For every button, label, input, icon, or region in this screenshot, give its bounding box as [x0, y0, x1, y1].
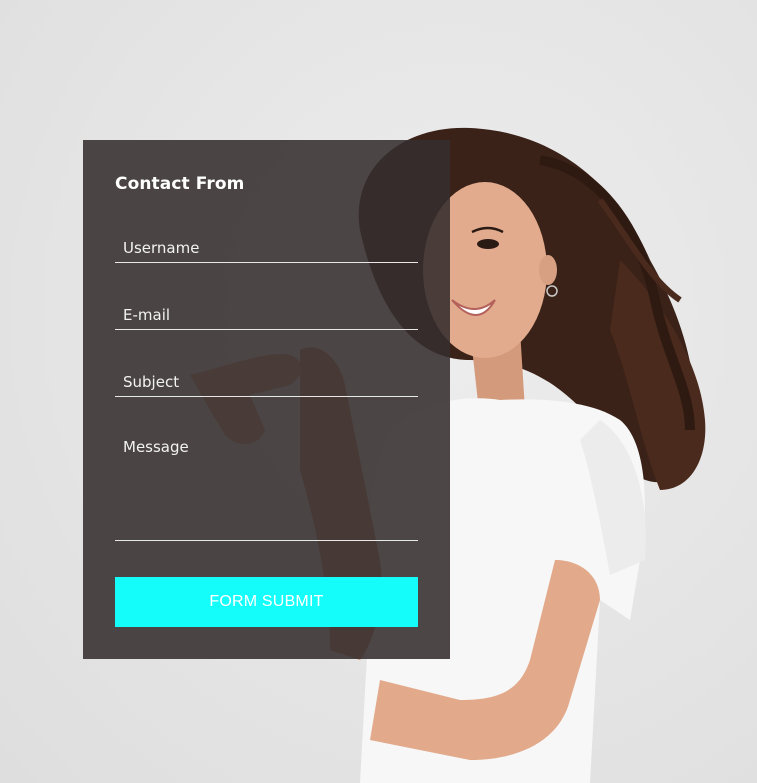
contact-form-card: Contact From FORM SUBMIT: [83, 140, 450, 659]
form-title: Contact From: [115, 174, 245, 194]
username-input[interactable]: [115, 234, 418, 262]
message-field-wrapper: [115, 435, 418, 541]
subject-input[interactable]: [115, 368, 418, 396]
username-field-wrapper: [115, 234, 418, 263]
email-input[interactable]: [115, 301, 418, 329]
subject-field-wrapper: [115, 368, 418, 397]
form-submit-button[interactable]: FORM SUBMIT: [115, 577, 418, 627]
message-textarea[interactable]: [115, 435, 418, 535]
email-field-wrapper: [115, 301, 418, 330]
